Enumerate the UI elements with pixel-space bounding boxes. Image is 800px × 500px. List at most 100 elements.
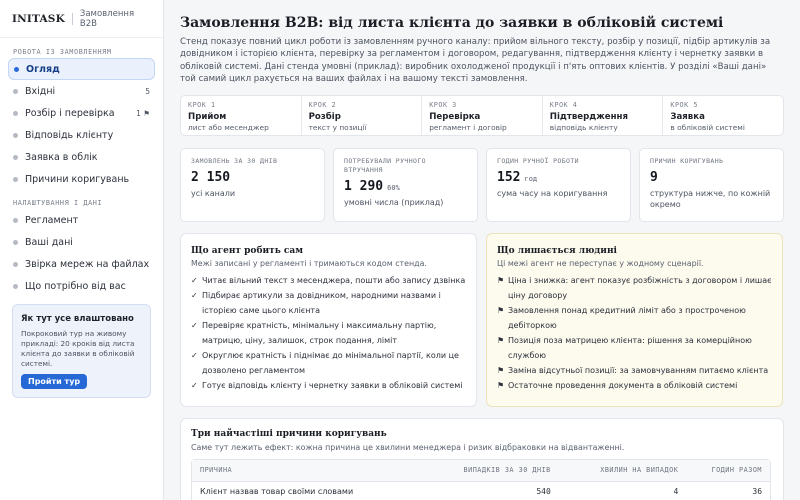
sidebar-section-work: РОБОТА ІЗ ЗАМОВЛЕННЯМ xyxy=(13,48,112,56)
app-subtitle: Замовлення B2B xyxy=(79,8,135,29)
bullet-icon xyxy=(13,88,18,94)
list-item: ⚑ Остаточне проведення документа в обліко… xyxy=(497,378,772,393)
check-icon: ✓ xyxy=(191,290,198,300)
sidebar-item-label: Відповідь клієнту xyxy=(25,129,114,141)
reasons-subtitle: Саме тут лежить ефект: кожна причина це … xyxy=(191,442,625,452)
list-item: ⚑ Заміна відсутньої позиції: за замовчува… xyxy=(497,363,772,378)
stat-label: ЗАМОВЛЕНЬ ЗА 30 ДНІВ xyxy=(191,156,278,165)
list-item: ⚑ Замовлення понад кредитний ліміт або з … xyxy=(497,303,772,333)
step-card[interactable]: КРОК 4 Підтвердження відповідь клієнту xyxy=(543,95,664,135)
sidebar: INITASK Замовлення B2B РОБОТА ІЗ ЗАМОВЛЕ… xyxy=(0,0,164,500)
sidebar-item-requirements[interactable]: Що потрібно від вас xyxy=(8,275,155,297)
sidebar-item-label: Звірка мереж на файлах xyxy=(25,258,150,270)
agent-task-list: ✓ Читає вільний текст з месенджера, пошти… xyxy=(191,273,466,394)
bullet-icon xyxy=(13,239,18,245)
flag-icon: ⚑ xyxy=(497,336,505,345)
stat-label: ГОДИН РУЧНОЇ РОБОТИ xyxy=(497,156,579,165)
table-row[interactable]: Клієнт назвав товар своїми словами 540 4… xyxy=(192,482,770,500)
flag-count-badge: 1 ⚑ xyxy=(136,108,150,118)
step-description: відповідь клієнту xyxy=(549,122,618,132)
column-header-minutes[interactable]: ХВИЛИН НА ВИПАДОК xyxy=(551,466,679,474)
stat-description: структура нижче, по кожній окремо xyxy=(650,188,771,209)
stat-card-orders: ЗАМОВЛЕНЬ ЗА 30 ДНІВ 2 150 усі канали xyxy=(180,147,325,222)
start-tour-button[interactable]: Пройти тур xyxy=(21,374,88,389)
step-description: текст у позиції xyxy=(308,122,367,132)
sidebar-item-label: Заявка в облік xyxy=(25,151,98,163)
list-item: ✓ Підбирає артикули за довідником, народн… xyxy=(191,288,466,318)
column-header-reason[interactable]: ПРИЧИНА xyxy=(200,466,439,474)
sidebar-item-label: Вхідні xyxy=(25,85,56,97)
check-icon: ✓ xyxy=(191,275,198,285)
step-card[interactable]: КРОК 2 Розбір текст у позиції xyxy=(302,95,423,135)
stat-card-reasons: ПРИЧИН КОРИГУВАНЬ 9 структура нижче, по … xyxy=(639,147,784,222)
app-logo[interactable]: INITASK xyxy=(12,13,65,25)
agent-panel: Що агент робить сам Межі записані у регл… xyxy=(180,232,477,407)
tour-title: Як тут усе влаштовано xyxy=(21,314,134,324)
bullet-icon xyxy=(13,217,18,223)
tour-card: Як тут усе влаштовано Покроковий тур на … xyxy=(12,304,151,398)
column-header-cases[interactable]: ВИПАДКІВ ЗА 30 ДНІВ xyxy=(439,466,551,474)
step-description: регламент і договір xyxy=(429,122,507,132)
step-number: КРОК 3 xyxy=(429,100,457,109)
step-card[interactable]: КРОК 1 Прийом лист або месенджер xyxy=(181,95,302,135)
stat-description: усі канали xyxy=(191,188,236,198)
sidebar-item-inbox[interactable]: Вхідні 5 xyxy=(8,80,155,102)
bullet-icon xyxy=(13,110,18,116)
bullet-icon xyxy=(14,66,19,72)
step-card[interactable]: КРОК 3 Перевірка регламент і договір xyxy=(422,95,543,135)
reasons-table: ПРИЧИНА ВИПАДКІВ ЗА 30 ДНІВ ХВИЛИН НА ВИ… xyxy=(191,458,771,500)
sidebar-item-overview[interactable]: Огляд xyxy=(8,58,155,80)
stat-value: 1 290 60% xyxy=(344,178,400,194)
cell-minutes: 4 xyxy=(673,487,679,497)
step-name: Прийом xyxy=(188,111,227,122)
stat-value: 152 год xyxy=(497,169,538,185)
sidebar-nav-settings: Регламент Ваші дані Звірка мереж на файл… xyxy=(0,209,163,297)
reasons-title: Три найчастіші причини коригувань xyxy=(191,428,387,439)
sidebar-item-regulations[interactable]: Регламент xyxy=(8,209,155,231)
step-number: КРОК 5 xyxy=(670,100,698,109)
stat-label: ПРИЧИН КОРИГУВАНЬ xyxy=(650,156,724,165)
page-title: Замовлення B2B: від листа клієнта до зая… xyxy=(180,15,724,31)
process-steps: КРОК 1 Прийом лист або месенджер КРОК 2 … xyxy=(180,94,784,136)
column-header-hours[interactable]: ГОДИН РАЗОМ xyxy=(678,466,762,474)
sidebar-item-your-data[interactable]: Ваші дані xyxy=(8,231,155,253)
step-card[interactable]: КРОК 5 Заявка в обліковій системі xyxy=(663,96,783,135)
sidebar-item-label: Розбір і перевірка xyxy=(25,107,115,119)
brand-divider xyxy=(71,12,73,25)
check-icon: ✓ xyxy=(191,381,198,391)
sidebar-item-accounting-request[interactable]: Заявка в облік xyxy=(8,146,155,168)
sidebar-item-label: Ваші дані xyxy=(25,236,73,248)
sidebar-nav-work: Огляд Вхідні 5 Розбір і перевірка 1 ⚑ Ві… xyxy=(0,58,163,190)
step-number: КРОК 2 xyxy=(308,100,337,109)
step-name: Розбір xyxy=(308,111,341,122)
bullet-icon xyxy=(13,261,18,267)
sidebar-section-settings: НАЛАШТУВАННЯ І ДАНІ xyxy=(13,199,103,207)
sidebar-item-parsing-check[interactable]: Розбір і перевірка 1 ⚑ xyxy=(8,102,155,124)
sidebar-item-label: Що потрібно від вас xyxy=(25,280,126,292)
stats-row: ЗАМОВЛЕНЬ ЗА 30 ДНІВ 2 150 усі канали ПО… xyxy=(180,147,784,222)
sidebar-item-correction-reasons[interactable]: Причини коригувань xyxy=(8,168,155,190)
human-panel: Що лишається людині Ці межі агент не пер… xyxy=(486,232,783,407)
step-name: Перевірка xyxy=(429,111,481,122)
stat-value: 9 xyxy=(650,169,658,185)
list-item: ⚑ Ціна і знижка: агент показує розбіжніст… xyxy=(497,273,772,303)
sidebar-item-client-reply[interactable]: Відповідь клієнту xyxy=(8,124,155,146)
cell-reason: Клієнт назвав товар своїми словами xyxy=(200,487,354,497)
table-header: ПРИЧИНА ВИПАДКІВ ЗА 30 ДНІВ ХВИЛИН НА ВИ… xyxy=(192,459,770,482)
step-number: КРОК 4 xyxy=(549,100,578,109)
responsibility-panels: Що агент робить сам Межі записані у регл… xyxy=(180,232,784,407)
step-number: КРОК 1 xyxy=(188,100,216,109)
stat-card-manual: ПОТРЕБУВАЛИ РУЧНОГО ВТРУЧАННЯ 1 290 60% у… xyxy=(333,147,478,222)
bullet-icon xyxy=(13,154,18,160)
bullet-icon xyxy=(13,132,18,138)
sidebar-item-network-reconciliation[interactable]: Звірка мереж на файлах xyxy=(8,253,155,275)
step-description: в обліковій системі xyxy=(670,122,745,132)
check-icon: ✓ xyxy=(191,320,198,330)
bullet-icon xyxy=(13,176,18,182)
list-item: ✓ Готує відповідь клієнту і чернетку заяв… xyxy=(191,378,466,393)
panel-subtitle: Ці межі агент не переступає у жодному сц… xyxy=(497,258,704,268)
step-name: Підтвердження xyxy=(549,111,628,122)
step-description: лист або месенджер xyxy=(188,122,269,132)
sidebar-item-label: Регламент xyxy=(25,214,79,226)
cell-hours: 36 xyxy=(752,487,763,497)
